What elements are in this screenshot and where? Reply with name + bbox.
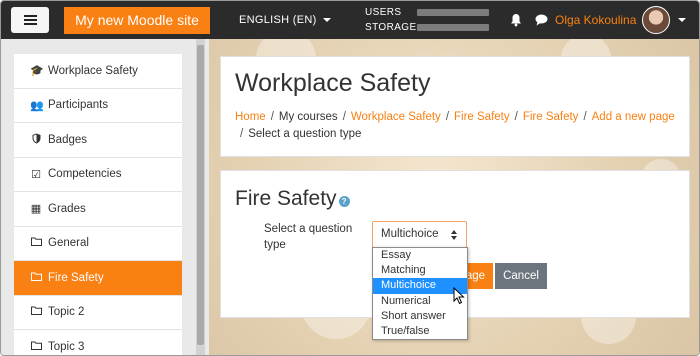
table-icon: ▦ bbox=[30, 203, 42, 216]
sidebar-item-label: General bbox=[48, 237, 89, 250]
breadcrumb-my-courses[interactable]: My courses bbox=[279, 111, 338, 123]
sidebar-item-label: Fire Safety bbox=[48, 271, 104, 284]
user-name[interactable]: Olga Kokoulina bbox=[555, 13, 636, 27]
drawer-toggle-button[interactable] bbox=[11, 7, 49, 33]
users-quota-label: USERS bbox=[365, 7, 402, 18]
sidebar-item-label: Topic 3 bbox=[48, 340, 85, 353]
users-icon: 👥 bbox=[30, 99, 44, 112]
sidebar-item-workplace-safety[interactable]: 🎓 Workplace Safety bbox=[14, 54, 182, 89]
page-header-card: Workplace Safety Home / My courses / Workpla… bbox=[220, 56, 690, 157]
quota-panel: USERS STORAGE bbox=[365, 5, 489, 35]
breadcrumb-current: Select a question type bbox=[248, 128, 362, 140]
language-label: ENGLISH (EN) bbox=[239, 14, 317, 26]
top-navbar: My new Moodle site ENGLISH (EN) USERS ST… bbox=[1, 1, 699, 39]
site-name-link[interactable]: My new Moodle site bbox=[64, 7, 210, 34]
check-square-icon: ☑ bbox=[31, 168, 41, 181]
bell-icon[interactable] bbox=[510, 13, 522, 27]
folder-icon bbox=[30, 272, 42, 284]
sidebar-item-fire-safety[interactable]: Fire Safety bbox=[14, 261, 182, 296]
user-menu-caret-icon[interactable] bbox=[678, 18, 686, 22]
option-essay[interactable]: Essay bbox=[373, 248, 467, 263]
page-title: Workplace Safety bbox=[235, 69, 431, 97]
user-avatar[interactable] bbox=[642, 6, 670, 34]
breadcrumb: Home / My courses / Workplace Safety / Fire Sa… bbox=[235, 111, 675, 140]
sidebar-item-general[interactable]: General bbox=[14, 226, 182, 261]
sidebar-item-grades[interactable]: ▦ Grades bbox=[14, 192, 182, 227]
sidebar-item-label: Participants bbox=[48, 99, 109, 112]
sidebar-item-label: Competencies bbox=[48, 168, 122, 181]
sidebar-item-label: Topic 2 bbox=[48, 306, 85, 319]
section-title: Fire Safety ? bbox=[235, 187, 350, 211]
question-type-select[interactable]: Multichoice bbox=[372, 221, 467, 248]
drawer-nav-list: 🎓 Workplace Safety 👥 Participants Badges… bbox=[14, 54, 182, 355]
cancel-button[interactable]: Cancel bbox=[495, 263, 547, 289]
option-true-false[interactable]: True/false bbox=[373, 324, 467, 339]
sidebar-item-badges[interactable]: Badges bbox=[14, 123, 182, 158]
mouse-cursor-icon bbox=[453, 287, 465, 305]
sidebar-item-topic-2[interactable]: Topic 2 bbox=[14, 295, 182, 330]
chat-icon[interactable] bbox=[535, 14, 548, 26]
drawer-scrollbar-thumb[interactable] bbox=[197, 45, 204, 345]
question-type-label: Select a question type bbox=[264, 223, 353, 251]
folder-icon bbox=[30, 341, 42, 353]
breadcrumb-section[interactable]: Fire Safety bbox=[454, 111, 510, 123]
caret-down-icon bbox=[322, 18, 331, 22]
browser-frame: My new Moodle site ENGLISH (EN) USERS ST… bbox=[0, 0, 700, 356]
storage-quota-bar bbox=[417, 24, 489, 31]
users-quota-bar bbox=[417, 9, 489, 16]
select-value: Multichoice bbox=[381, 228, 439, 240]
graduation-cap-icon: 🎓 bbox=[30, 65, 44, 78]
breadcrumb-home[interactable]: Home bbox=[235, 111, 266, 123]
breadcrumb-activity[interactable]: Fire Safety bbox=[523, 111, 579, 123]
breadcrumb-course[interactable]: Workplace Safety bbox=[351, 111, 441, 123]
select-updown-icon bbox=[451, 230, 458, 240]
section-title-text: Fire Safety bbox=[235, 187, 337, 210]
help-icon[interactable]: ? bbox=[338, 196, 350, 207]
hamburger-icon bbox=[23, 15, 37, 25]
breadcrumb-add-page[interactable]: Add a new page bbox=[592, 111, 675, 123]
sidebar-item-competencies[interactable]: ☑ Competencies bbox=[14, 157, 182, 192]
sidebar-item-label: Workplace Safety bbox=[48, 64, 138, 77]
option-short-answer[interactable]: Short answer bbox=[373, 309, 467, 324]
sidebar-item-participants[interactable]: 👥 Participants bbox=[14, 88, 182, 123]
sidebar-item-topic-3[interactable]: Topic 3 bbox=[14, 330, 182, 355]
folder-icon bbox=[30, 237, 42, 249]
folder-icon bbox=[30, 306, 42, 318]
storage-quota-label: STORAGE bbox=[365, 22, 417, 33]
option-matching[interactable]: Matching bbox=[373, 263, 467, 278]
sidebar-item-label: Grades bbox=[48, 202, 86, 215]
sidebar-item-label: Badges bbox=[48, 133, 88, 146]
shield-icon bbox=[30, 133, 42, 147]
language-menu[interactable]: ENGLISH (EN) bbox=[239, 14, 331, 26]
